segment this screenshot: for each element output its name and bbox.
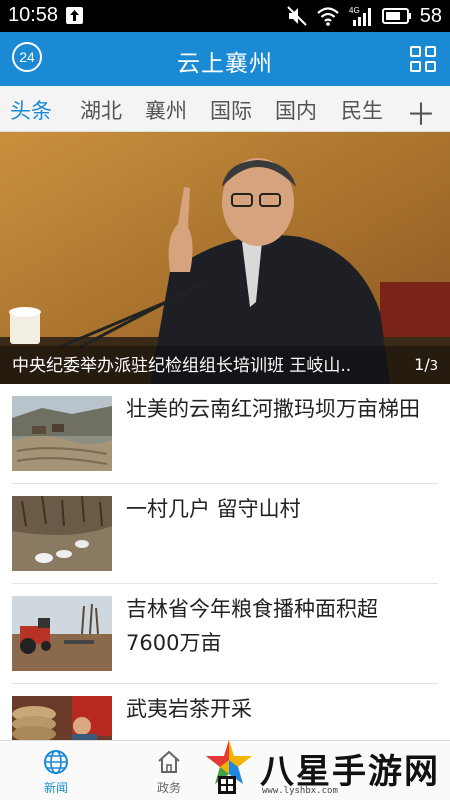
status-bar: 10:58 4G 58 xyxy=(0,0,450,32)
app-title: 云上襄州 xyxy=(177,51,273,77)
tab-xiangzhou[interactable]: 襄州 xyxy=(145,95,187,125)
battery-percent: 58 xyxy=(419,4,442,27)
nav-government[interactable]: 政务 xyxy=(139,749,199,796)
status-icons: 4G 58 xyxy=(286,3,442,29)
grid-menu-icon[interactable] xyxy=(410,46,436,72)
news-title: 吉林省今年粮食播种面积超7600万亩 xyxy=(126,597,378,655)
signal-icon: 4G xyxy=(349,6,371,26)
app-header: 24 云上襄州 xyxy=(0,32,450,86)
tab-domestic[interactable]: 国内 xyxy=(275,95,317,125)
news-thumbnail xyxy=(12,596,112,671)
pager-total: 3 xyxy=(429,359,438,374)
mute-icon xyxy=(287,6,307,26)
tab-headline[interactable]: 头条 xyxy=(10,95,52,125)
nav-news[interactable]: 新闻 xyxy=(26,749,86,796)
nav-news-label: 新闻 xyxy=(43,781,68,795)
watermark-logo xyxy=(206,740,252,794)
tab-livelihood[interactable]: 民生 xyxy=(341,95,383,125)
add-channel-button[interactable]: ＋ xyxy=(406,90,436,134)
hero-caption: 中央纪委举办派驻纪检组组长培训班 王岐山.. xyxy=(12,356,352,376)
watermark: 八星手游网 www.lyshbx.com xyxy=(198,736,450,800)
status-time: 10:58 xyxy=(8,4,59,26)
news-thumbnail xyxy=(12,496,112,571)
news-title: 一村几户 留守山村 xyxy=(126,497,301,521)
svg-text:4G: 4G xyxy=(349,6,360,15)
news-item-grain[interactable]: 吉林省今年粮食播种面积超7600万亩 xyxy=(12,584,438,684)
watermark-url: www.lyshbx.com xyxy=(262,786,338,796)
news-title: 武夷岩茶开采 xyxy=(126,697,252,721)
news-item-village[interactable]: 一村几户 留守山村 xyxy=(12,484,438,584)
news-title: 壮美的云南红河撒玛坝万亩梯田 xyxy=(126,397,420,421)
nav-government-label: 政务 xyxy=(156,781,181,795)
hero-banner[interactable]: 中央纪委举办派驻纪检组组长培训班 王岐山.. 1/3 xyxy=(0,132,450,384)
tab-hubei[interactable]: 湖北 xyxy=(80,95,122,125)
upload-notification-icon xyxy=(66,7,83,24)
battery-icon xyxy=(381,8,411,24)
channel-tabs: 头条 湖北 襄州 国际 国内 民生 ＋ xyxy=(0,86,450,134)
news-thumbnail xyxy=(12,396,112,471)
news-item-terraces[interactable]: 壮美的云南红河撒玛坝万亩梯田 xyxy=(12,384,438,484)
wifi-icon xyxy=(317,7,339,26)
pager-current: 1 xyxy=(414,355,425,374)
home-icon xyxy=(158,750,180,773)
hero-pager: 1/3 xyxy=(414,355,438,374)
tab-international[interactable]: 国际 xyxy=(210,95,252,125)
globe-icon xyxy=(44,750,68,774)
